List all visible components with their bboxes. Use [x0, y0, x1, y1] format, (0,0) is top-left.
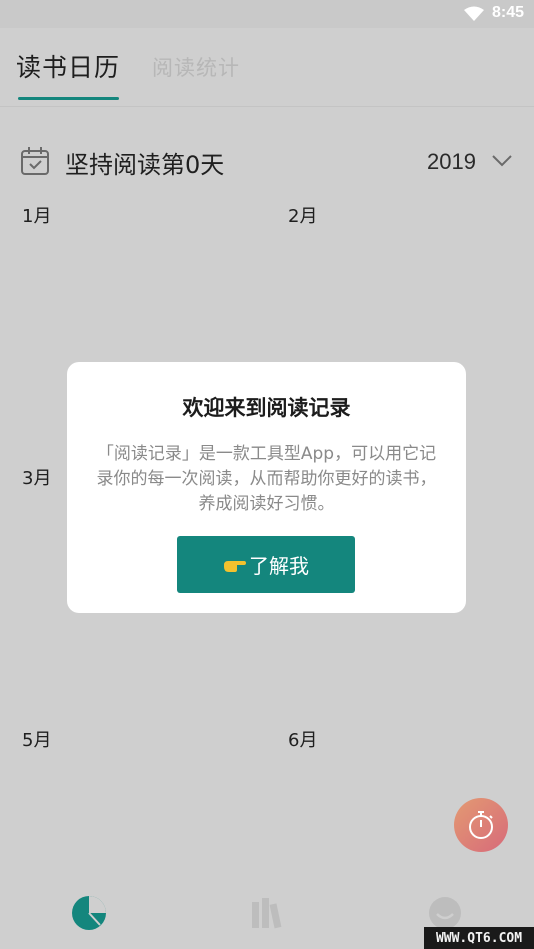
dialog-body: 「阅读记录」是一款工具型App，可以用它记录你的每一次阅读，从而帮助你更好的读书… — [96, 444, 437, 514]
year-selector[interactable]: 2019 — [427, 149, 476, 175]
bookshelf-icon[interactable] — [248, 894, 286, 932]
learn-more-label: 了解我 — [249, 554, 309, 578]
tab-reading-calendar[interactable]: 读书日历 — [16, 48, 120, 84]
streak-row: 坚持阅读第0天 2019 — [0, 140, 534, 184]
top-tab-bar: 读书日历 阅读统计 — [0, 28, 534, 106]
site-watermark: WWW.QT6.COM — [424, 927, 534, 949]
calendar-check-icon — [21, 147, 49, 175]
active-tab-indicator — [18, 97, 119, 100]
status-bar: 8:45 — [0, 0, 534, 28]
month-label: 3月 — [22, 468, 52, 489]
pie-chart-icon[interactable] — [70, 894, 108, 932]
learn-more-button[interactable]: 了解我 — [177, 536, 355, 593]
month-label: 2月 — [288, 206, 318, 227]
dialog-title: 欢迎来到阅读记录 — [182, 396, 351, 420]
tab-reading-stats[interactable]: 阅读统计 — [152, 52, 240, 82]
status-time: 8:45 — [491, 4, 524, 21]
streak-text: 坚持阅读第0天 — [65, 151, 225, 179]
month-label: 1月 — [22, 206, 52, 227]
reading-timer-button[interactable] — [454, 798, 508, 852]
pointing-hand-icon — [224, 560, 246, 572]
month-label: 5月 — [22, 730, 52, 751]
header-divider — [0, 106, 534, 107]
wifi-icon — [464, 6, 484, 21]
month-label: 6月 — [288, 730, 318, 751]
welcome-dialog: 欢迎来到阅读记录 「阅读记录」是一款工具型App，可以用它记录你的每一次阅读，从… — [67, 362, 466, 613]
chevron-down-icon[interactable] — [492, 154, 512, 168]
stopwatch-icon — [469, 811, 493, 839]
